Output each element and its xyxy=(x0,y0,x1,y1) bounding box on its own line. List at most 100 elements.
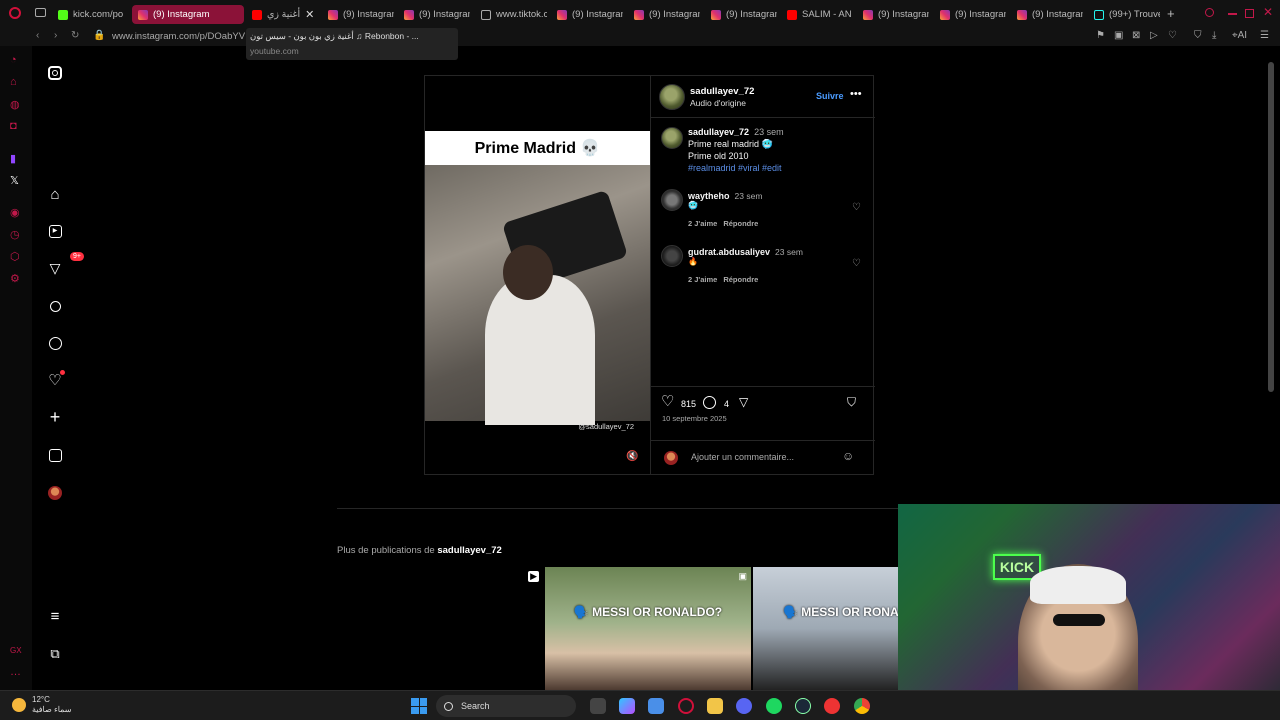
follow-button[interactable]: Suivre xyxy=(816,91,844,101)
tab-kick[interactable]: kick.com/po xyxy=(58,5,124,24)
emoji-icon[interactable]: ☺ xyxy=(842,449,854,463)
back-icon[interactable]: ‹ xyxy=(36,30,39,41)
copilot-icon[interactable] xyxy=(619,698,635,714)
tab-instagram[interactable]: (9) Instagram xyxy=(1017,5,1083,24)
create-plus-icon[interactable]: + xyxy=(44,406,66,428)
dashboard-icon[interactable] xyxy=(44,444,66,466)
taskbar-search[interactable]: Search xyxy=(436,695,576,717)
like-heart-icon[interactable]: ♡ xyxy=(661,392,674,410)
messages-icon[interactable]: ▽ 9+ xyxy=(44,252,84,279)
opera-gx-taskbar-icon[interactable] xyxy=(678,698,694,714)
tab-instagram-active[interactable]: (9) Instagram xyxy=(132,5,244,24)
music-icon[interactable]: ◘ xyxy=(10,120,17,132)
app-icon[interactable] xyxy=(824,698,840,714)
caption-hashtags[interactable]: #realmadrid #viral #edit xyxy=(688,162,868,174)
shopping-icon[interactable]: ⌂ xyxy=(10,76,17,88)
avatar[interactable] xyxy=(661,127,683,149)
comment-likes[interactable]: 2 J'aime xyxy=(688,219,717,228)
home-icon[interactable]: ⌂ xyxy=(44,183,66,205)
caption-username[interactable]: sadullayev_72 xyxy=(688,127,749,137)
avatar[interactable] xyxy=(661,245,683,267)
tab-youtube-salim[interactable]: SALIM - AN xyxy=(787,5,853,24)
close-tab-icon[interactable]: ✕ xyxy=(305,8,314,21)
tab-instagram[interactable]: (9) Instagram xyxy=(863,5,929,24)
weather-widget[interactable]: 12°C سماء صافية xyxy=(12,695,72,715)
more-menu-icon[interactable]: ≡ xyxy=(44,605,66,627)
x-twitter-icon[interactable]: 𝕏 xyxy=(10,174,19,187)
url-field[interactable]: www.instagram.com/p/DOabYV xyxy=(112,31,245,42)
snapshot-icon[interactable]: ▣ xyxy=(1114,30,1123,41)
tab-youtube-song[interactable]: أغنية زي ✕ xyxy=(252,5,316,24)
store-icon[interactable] xyxy=(648,698,664,714)
player-icon[interactable]: ▷ xyxy=(1150,30,1158,41)
task-view-icon[interactable] xyxy=(590,698,606,714)
reels-icon[interactable]: ▶ xyxy=(44,220,66,242)
save-bookmark-icon[interactable]: ⛉ xyxy=(847,395,856,410)
forward-icon[interactable]: › xyxy=(54,30,57,41)
history-icon[interactable]: ◷ xyxy=(10,228,20,241)
reload-icon[interactable]: ↻ xyxy=(71,30,79,41)
audio-link[interactable]: Audio d'origine xyxy=(690,98,746,108)
aria-ai-icon[interactable]: ⌖AI xyxy=(1232,30,1247,41)
search-tabs-icon[interactable] xyxy=(1205,8,1214,17)
like-count[interactable]: 815 xyxy=(681,399,696,409)
profile-avatar[interactable] xyxy=(44,482,66,504)
mute-icon[interactable]: 🔇 xyxy=(626,451,638,462)
like-comment-icon[interactable]: ♡ xyxy=(852,202,861,213)
search-icon[interactable] xyxy=(44,295,66,317)
tab-tiktok-url[interactable]: www.tiktok.c xyxy=(481,5,547,24)
chrome-icon[interactable] xyxy=(854,698,870,714)
spotify-icon[interactable] xyxy=(766,698,782,714)
share-icon[interactable]: ▽ xyxy=(739,395,748,409)
comment-username[interactable]: waytheho xyxy=(688,191,730,201)
tab-instagram[interactable]: (9) Instagram xyxy=(557,5,623,24)
reply-button[interactable]: Répondre xyxy=(723,219,758,228)
maximize-icon[interactable] xyxy=(1245,9,1254,18)
menu-icon[interactable]: ☰ xyxy=(1260,30,1269,41)
author-username[interactable]: sadullayev_72 xyxy=(690,86,754,97)
steam-icon[interactable] xyxy=(795,698,811,714)
new-tab-button[interactable]: + xyxy=(1167,6,1175,21)
extensions-icon[interactable]: ⬡ xyxy=(10,250,20,263)
other-apps-icon[interactable]: ⧉ xyxy=(44,643,66,665)
tab-tiktok-trouve[interactable]: (99+) Trouve xyxy=(1094,5,1160,24)
tab-overview-icon[interactable] xyxy=(35,8,46,17)
heart-icon[interactable]: ♡ xyxy=(1168,30,1177,41)
more-options-icon[interactable]: ••• xyxy=(850,88,862,100)
tab-instagram[interactable]: (9) Instagram xyxy=(711,5,777,24)
tab-instagram[interactable]: (9) Instagram xyxy=(404,5,470,24)
tab-instagram[interactable]: (9) Instagram xyxy=(328,5,394,24)
video-player[interactable]: Prime Madrid 💀 @sadullayev_72 🔇 xyxy=(425,76,650,474)
opera-logo-icon[interactable] xyxy=(9,7,21,19)
reply-button[interactable]: Répondre xyxy=(723,275,758,284)
bookmark-icon[interactable]: ⚑ xyxy=(1096,30,1105,41)
avatar[interactable] xyxy=(659,84,685,110)
notifications-heart-icon[interactable]: ♡ xyxy=(44,369,66,391)
scrollbar[interactable] xyxy=(1268,62,1274,392)
comment-likes[interactable]: 2 J'aime xyxy=(688,275,717,284)
more-posts-username[interactable]: sadullayev_72 xyxy=(437,545,501,556)
like-comment-icon[interactable]: ♡ xyxy=(852,258,861,269)
twitch-icon[interactable]: ▮ xyxy=(10,152,16,165)
download-icon[interactable]: ⤓ xyxy=(1212,30,1216,41)
comment-icon[interactable] xyxy=(703,396,716,409)
post-thumbnail[interactable]: ▶ xyxy=(337,567,543,690)
aria-icon[interactable]: ◔ xyxy=(10,54,17,66)
windows-start-icon[interactable] xyxy=(411,698,427,714)
more-sidebar-icon[interactable]: … xyxy=(10,666,21,678)
avatar[interactable] xyxy=(661,189,683,211)
post-thumbnail[interactable]: 🗣️ MESSI OR RONA xyxy=(753,567,899,690)
wallet-icon[interactable]: ⛉ xyxy=(1194,30,1202,41)
file-explorer-icon[interactable] xyxy=(707,698,723,714)
post-thumbnail[interactable]: ▣ 🗣️ MESSI OR RONALDO? xyxy=(545,567,751,690)
minimize-icon[interactable] xyxy=(1228,13,1237,15)
close-window-icon[interactable]: ✕ xyxy=(1263,5,1273,19)
tab-instagram[interactable]: (9) Instagram xyxy=(634,5,700,24)
instagram-logo-icon[interactable] xyxy=(44,62,66,84)
tab-instagram[interactable]: (9) Instagram xyxy=(940,5,1006,24)
adblock-icon[interactable]: ⊠ xyxy=(1132,30,1140,41)
player-sidebar-icon[interactable]: ◉ xyxy=(10,206,20,219)
settings-icon[interactable]: ⚙ xyxy=(10,272,20,285)
add-comment-input[interactable]: Ajouter un commentaire... xyxy=(691,452,794,462)
explore-icon[interactable] xyxy=(44,332,66,354)
